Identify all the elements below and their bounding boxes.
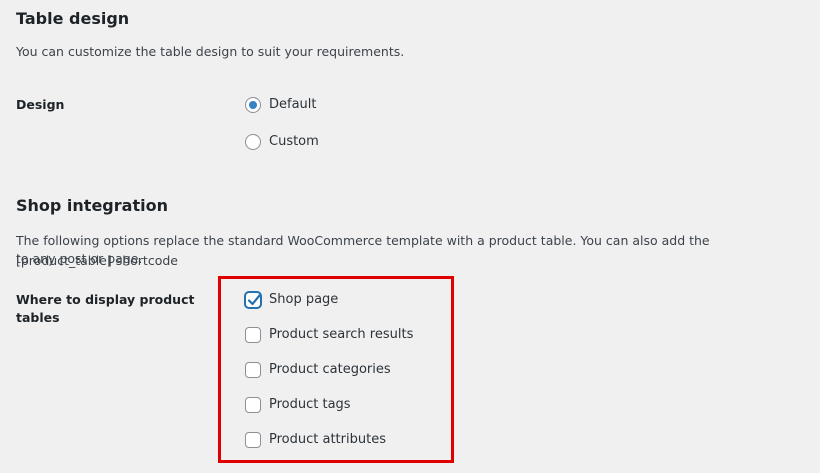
checkmark-icon <box>247 294 261 306</box>
display-tables-label-line1: Where to display product <box>16 292 195 307</box>
design-label: Design <box>16 97 65 112</box>
checkbox-product-search-results-label: Product search results <box>269 327 414 342</box>
table-design-description: You can customize the table design to su… <box>16 44 405 59</box>
radio-custom[interactable] <box>245 134 261 150</box>
radio-custom-label: Custom <box>269 134 319 149</box>
design-option-default[interactable]: Default <box>245 95 317 115</box>
checkbox-product-search-results[interactable] <box>245 327 261 343</box>
radio-default[interactable] <box>245 97 261 113</box>
option-shop-page[interactable]: Shop page <box>245 290 338 310</box>
checkbox-product-categories[interactable] <box>245 362 261 378</box>
design-option-custom[interactable]: Custom <box>245 132 319 152</box>
option-product-search-results[interactable]: Product search results <box>245 325 413 345</box>
option-product-categories[interactable]: Product categories <box>245 360 391 380</box>
option-product-tags[interactable]: Product tags <box>245 395 351 415</box>
shop-integration-heading: Shop integration <box>16 196 168 215</box>
option-product-attributes[interactable]: Product attributes <box>245 430 386 450</box>
checkbox-product-attributes[interactable] <box>245 432 261 448</box>
radio-default-label: Default <box>269 97 317 112</box>
checkbox-product-tags-label: Product tags <box>269 397 351 412</box>
display-tables-label-line2: tables <box>16 310 60 325</box>
checkbox-product-categories-label: Product categories <box>269 362 391 377</box>
table-design-heading: Table design <box>16 9 130 28</box>
checkbox-shop-page-label: Shop page <box>269 292 339 307</box>
checkbox-product-tags[interactable] <box>245 397 261 413</box>
shop-integration-description-line2: to any post or page. <box>16 251 143 266</box>
checkbox-product-attributes-label: Product attributes <box>269 432 386 447</box>
checkbox-shop-page[interactable] <box>245 292 261 308</box>
